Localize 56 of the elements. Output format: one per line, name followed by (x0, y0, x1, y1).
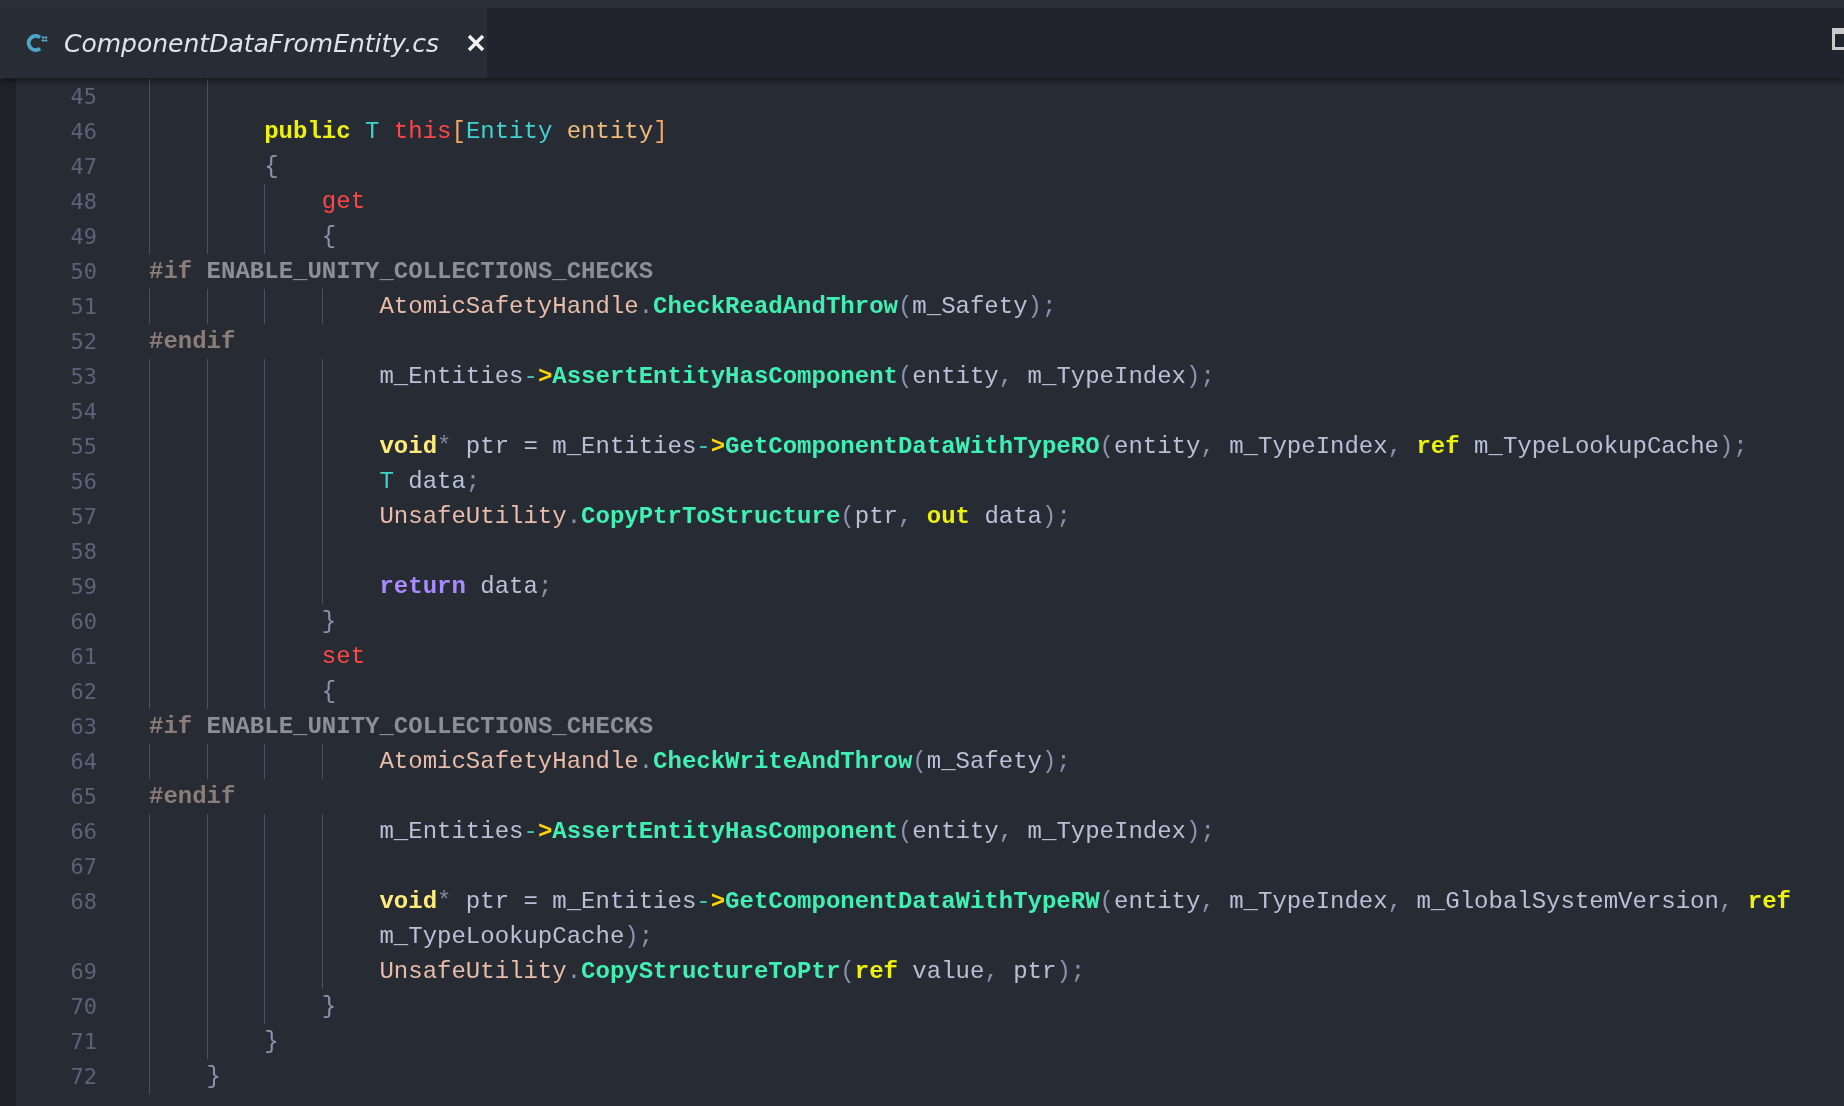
line-number: 63 (69, 714, 97, 739)
line-number: 57 (69, 504, 97, 529)
line-number: 65 (69, 784, 97, 809)
line-number: 61 (69, 644, 97, 669)
code-line: return data; (379, 573, 553, 600)
line-number: 54 (69, 399, 97, 424)
code-line: #endif (149, 328, 236, 355)
code-line: UnsafeUtility.CopyPtrToStructure(ptr, out data); (379, 503, 1071, 530)
file-tab[interactable]: ComponentDataFromEntity.cs (0, 8, 487, 78)
line-number: 70 (69, 994, 97, 1019)
code-line: UnsafeUtility.CopyStructureToPtr(ref value, ptr); (379, 958, 1086, 985)
line-number: 68 (69, 889, 97, 914)
line-number: 49 (69, 224, 97, 249)
code-line: } (321, 608, 337, 635)
code-line: { (321, 678, 337, 705)
line-number: 59 (69, 574, 97, 599)
code-line: #if ENABLE_UNITY_COLLECTIONS_CHECKS (149, 713, 654, 740)
code-line: #if ENABLE_UNITY_COLLECTIONS_CHECKS (149, 258, 654, 285)
code-line: AtomicSafetyHandle.CheckReadAndThrow(m_Safety); (379, 293, 1057, 320)
line-number: 66 (69, 819, 97, 844)
line-number: 51 (69, 294, 97, 319)
line-number: 69 (69, 959, 97, 984)
line-number: 72 (69, 1064, 97, 1089)
code-line: #endif (149, 783, 236, 810)
line-number: 50 (69, 259, 97, 284)
line-number: 47 (69, 154, 97, 179)
code-line: m_Entities->AssertEntityHasComponent(entity, m_TypeIndex); (379, 363, 1215, 390)
code-line: T data; (379, 468, 481, 495)
code-line: } (206, 1063, 221, 1090)
line-number: 56 (69, 469, 97, 494)
code-line: } (264, 1028, 279, 1055)
code-line: AtomicSafetyHandle.CheckWriteAndThrow(m_Safety); (379, 748, 1071, 775)
code-line: void* ptr = m_Entities->GetComponentDataWithTypeRO(entity, m_TypeIndex, ref m_TypeLookupCache); (379, 433, 1748, 460)
line-number: 53 (69, 364, 97, 389)
code-line: void* ptr = m_Entities->GetComponentDataWithTypeRW(entity, m_TypeIndex, m_GlobalSystemVersion, ref (379, 888, 1791, 915)
code-line: public T this[Entity entity] (264, 118, 668, 145)
line-number: 46 (69, 119, 97, 144)
line-number: 71 (69, 1029, 97, 1054)
line-number: 60 (69, 609, 97, 634)
code-line: m_Entities->AssertEntityHasComponent(entity, m_TypeIndex); (379, 818, 1215, 845)
code-line: } (321, 993, 337, 1020)
line-number: 55 (69, 434, 97, 459)
line-number: 45 (69, 84, 97, 109)
line-number: 52 (69, 329, 97, 354)
line-number: 58 (69, 539, 97, 564)
line-number: 67 (69, 854, 97, 879)
code-line: { (264, 153, 279, 180)
line-number: 64 (69, 749, 97, 774)
window-icon[interactable] (1832, 28, 1844, 50)
line-number: 48 (69, 189, 97, 214)
code-line: get (321, 188, 366, 215)
code-line: { (321, 223, 337, 250)
csharp-file-icon (26, 32, 50, 54)
line-number: 62 (69, 679, 97, 704)
code-line: m_TypeLookupCache); (379, 923, 654, 950)
code-line: set (321, 643, 366, 670)
